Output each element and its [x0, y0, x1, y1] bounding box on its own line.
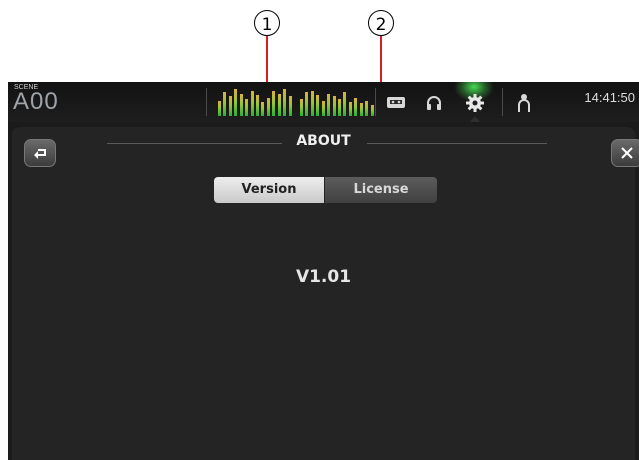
recorder-icon[interactable]: [386, 95, 406, 111]
meter-bar: [310, 91, 314, 116]
meter-bar: [332, 96, 336, 116]
panel-title: ABOUT: [296, 133, 351, 149]
divider: [375, 88, 376, 116]
meter-bar: [245, 99, 249, 116]
meter-bar: [272, 91, 276, 116]
callout-1: 1: [252, 8, 282, 38]
meter-bar: [327, 94, 331, 116]
level-meters[interactable]: [218, 88, 374, 116]
mixer-screen: SCENE A00 14:41:50 ABOUT Version License…: [8, 82, 639, 460]
meter-bar: [359, 103, 363, 116]
meter-bar: [288, 96, 292, 116]
headphones-icon[interactable]: [425, 94, 443, 112]
meter-bar: [283, 89, 287, 116]
meter-bar: [354, 98, 358, 116]
meter-bar: [256, 95, 259, 116]
meter-bar: [338, 99, 341, 116]
meter-bar: [321, 101, 325, 116]
meter-bar: [305, 92, 309, 116]
clock: 14:41:50: [584, 90, 635, 105]
meter-bar: [228, 96, 232, 116]
meter-bar: [277, 94, 281, 116]
meter-bar: [300, 99, 303, 116]
meter-bar: [234, 89, 238, 116]
meter-bar: [223, 92, 227, 116]
tab-license[interactable]: License: [325, 177, 437, 203]
close-button[interactable]: [611, 139, 639, 167]
meter-bar: [343, 92, 347, 116]
active-tab-marker-icon: [470, 116, 480, 122]
gear-icon[interactable]: [465, 93, 485, 113]
meter-bar: [261, 102, 265, 116]
version-number: V1.01: [295, 267, 352, 287]
about-panel: ABOUT Version License V1.01: [12, 127, 639, 460]
meter-bar: [316, 95, 320, 116]
meter-bar: [218, 101, 221, 116]
callout-2: 2: [366, 8, 396, 38]
meter-bar: [239, 94, 243, 116]
close-icon: [621, 147, 633, 159]
meter-bar: [250, 91, 254, 116]
meter-bar: [348, 102, 352, 116]
top-bar: SCENE A00 14:41:50: [8, 82, 639, 122]
title-rule-right: [367, 143, 547, 144]
meter-bar: [370, 105, 374, 116]
user-icon[interactable]: [517, 93, 531, 113]
tab-version[interactable]: Version: [214, 177, 324, 203]
divider: [502, 88, 503, 116]
divider: [206, 88, 207, 116]
scene-name[interactable]: A00: [13, 88, 59, 116]
meter-bar: [266, 98, 270, 116]
meter-bar: [365, 101, 369, 116]
